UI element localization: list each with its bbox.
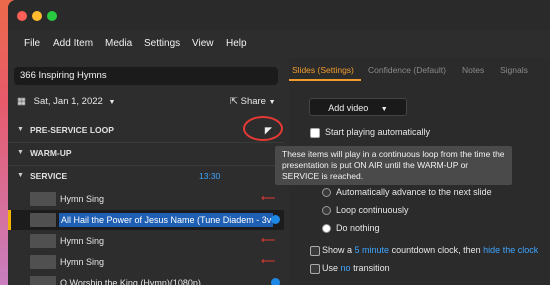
menu-help[interactable]: Help bbox=[226, 38, 247, 49]
item-thumbnail bbox=[30, 255, 56, 269]
tab-signals[interactable]: Signals bbox=[500, 65, 528, 75]
tab-confidence[interactable]: Confidence (Default) bbox=[368, 65, 446, 75]
menu-bar: File Add Item Media Settings View Help bbox=[8, 30, 550, 56]
transition-label: Use no transition bbox=[322, 263, 390, 273]
countdown-prefix: Show a bbox=[322, 245, 353, 255]
title-bar bbox=[8, 0, 550, 30]
arrow-left-icon: ⟵ bbox=[261, 256, 276, 267]
tab-bar: Slides (Settings) Confidence (Default) N… bbox=[289, 58, 550, 81]
menu-view[interactable]: View bbox=[192, 38, 214, 49]
option-label: Do nothing bbox=[336, 223, 380, 233]
collapse-triangle-icon: ▼ bbox=[17, 149, 24, 156]
item-title: Hymn Sing bbox=[60, 194, 105, 204]
add-video-button[interactable]: Add video ▼ bbox=[309, 98, 407, 116]
arrow-left-icon: ⟵ bbox=[261, 235, 276, 246]
app-window: File Add Item Media Settings View Help 3… bbox=[8, 0, 550, 285]
service-name-field[interactable]: 366 Inspiring Hymns bbox=[14, 67, 278, 85]
radio-auto-advance[interactable] bbox=[322, 188, 331, 197]
share-icon: ⇱ bbox=[230, 96, 238, 107]
selection-bar bbox=[8, 210, 11, 230]
list-item[interactable]: Hymn Sing ⟵ bbox=[8, 189, 284, 209]
item-thumbnail bbox=[30, 213, 56, 227]
item-title-editing[interactable]: All Hail the Power of Jesus Name (Tune D… bbox=[59, 213, 273, 227]
item-title: Hymn Sing bbox=[60, 236, 105, 246]
item-thumbnail bbox=[30, 234, 56, 248]
radio-loop[interactable] bbox=[322, 206, 331, 215]
countdown-checkbox[interactable] bbox=[310, 246, 320, 256]
item-thumbnail bbox=[30, 276, 56, 285]
annotation-circle bbox=[243, 116, 283, 141]
menu-file[interactable]: File bbox=[24, 38, 40, 49]
play-icon[interactable] bbox=[271, 215, 280, 224]
menu-settings[interactable]: Settings bbox=[144, 38, 180, 49]
tab-notes[interactable]: Notes bbox=[462, 65, 484, 75]
list-item[interactable]: O Worship the King (Hymn)(1080p) bbox=[8, 273, 284, 285]
countdown-label: Show a 5 minute countdown clock, then hi… bbox=[322, 245, 538, 255]
countdown-middle: countdown clock, then bbox=[391, 245, 481, 255]
menu-media[interactable]: Media bbox=[105, 38, 132, 49]
chevron-down-icon: ▼ bbox=[108, 99, 116, 106]
date-picker[interactable]: ▦ Sat, Jan 1, 2022 ▼ bbox=[17, 96, 115, 107]
section-label: WARM-UP bbox=[30, 148, 72, 158]
radio-do-nothing[interactable] bbox=[322, 224, 331, 233]
service-time: 13:30 bbox=[199, 171, 221, 181]
list-item-selected[interactable]: All Hail the Power of Jesus Name (Tune D… bbox=[8, 210, 284, 230]
option-label: Loop continuously bbox=[336, 205, 409, 215]
option-label: Automatically advance to the next slide bbox=[336, 187, 492, 197]
section-label: PRE-SERVICE LOOP bbox=[30, 125, 114, 135]
section-service[interactable]: ▼ SERVICE 13:30 bbox=[8, 166, 284, 186]
section-label: SERVICE bbox=[30, 171, 68, 181]
section-warm-up[interactable]: ▼ WARM-UP bbox=[8, 143, 284, 163]
collapse-triangle-icon: ▼ bbox=[17, 172, 24, 179]
date-label: Sat, Jan 1, 2022 bbox=[33, 96, 103, 107]
zoom-window-button[interactable] bbox=[47, 11, 57, 21]
transition-checkbox[interactable] bbox=[310, 264, 320, 274]
close-window-button[interactable] bbox=[17, 11, 27, 21]
transition-prefix: Use bbox=[322, 263, 339, 273]
item-title: Hymn Sing bbox=[60, 257, 105, 267]
tooltip: These items will play in a continuous lo… bbox=[275, 146, 512, 185]
hide-clock-link[interactable]: hide the clock bbox=[483, 245, 538, 255]
transition-type-link[interactable]: no bbox=[341, 263, 351, 273]
share-label: Share bbox=[240, 96, 266, 107]
item-thumbnail bbox=[30, 192, 56, 206]
item-title: O Worship the King (Hymn)(1080p) bbox=[60, 278, 201, 285]
start-playing-label: Start playing automatically bbox=[325, 127, 431, 137]
arrow-left-icon: ⟵ bbox=[261, 193, 276, 204]
list-item[interactable]: Hymn Sing ⟵ bbox=[8, 252, 284, 272]
countdown-duration-link[interactable]: 5 minute bbox=[355, 245, 390, 255]
tab-slides-settings[interactable]: Slides (Settings) bbox=[292, 65, 354, 75]
transition-suffix: transition bbox=[353, 263, 390, 273]
list-item[interactable]: Hymn Sing ⟵ bbox=[8, 231, 284, 251]
menu-add-item[interactable]: Add Item bbox=[53, 38, 93, 49]
calendar-icon: ▦ bbox=[17, 96, 26, 107]
minimize-window-button[interactable] bbox=[32, 11, 42, 21]
service-order-panel: 366 Inspiring Hymns ▦ Sat, Jan 1, 2022 ▼… bbox=[8, 58, 284, 285]
chevron-down-icon: ▼ bbox=[268, 99, 276, 106]
play-icon[interactable] bbox=[271, 278, 280, 285]
add-video-label: Add video bbox=[328, 103, 369, 113]
share-button[interactable]: ⇱ Share ▼ bbox=[230, 96, 276, 107]
start-playing-checkbox[interactable] bbox=[310, 128, 320, 138]
collapse-triangle-icon: ▼ bbox=[17, 126, 24, 133]
chevron-down-icon: ▼ bbox=[380, 106, 388, 113]
active-tab-indicator bbox=[289, 79, 361, 81]
